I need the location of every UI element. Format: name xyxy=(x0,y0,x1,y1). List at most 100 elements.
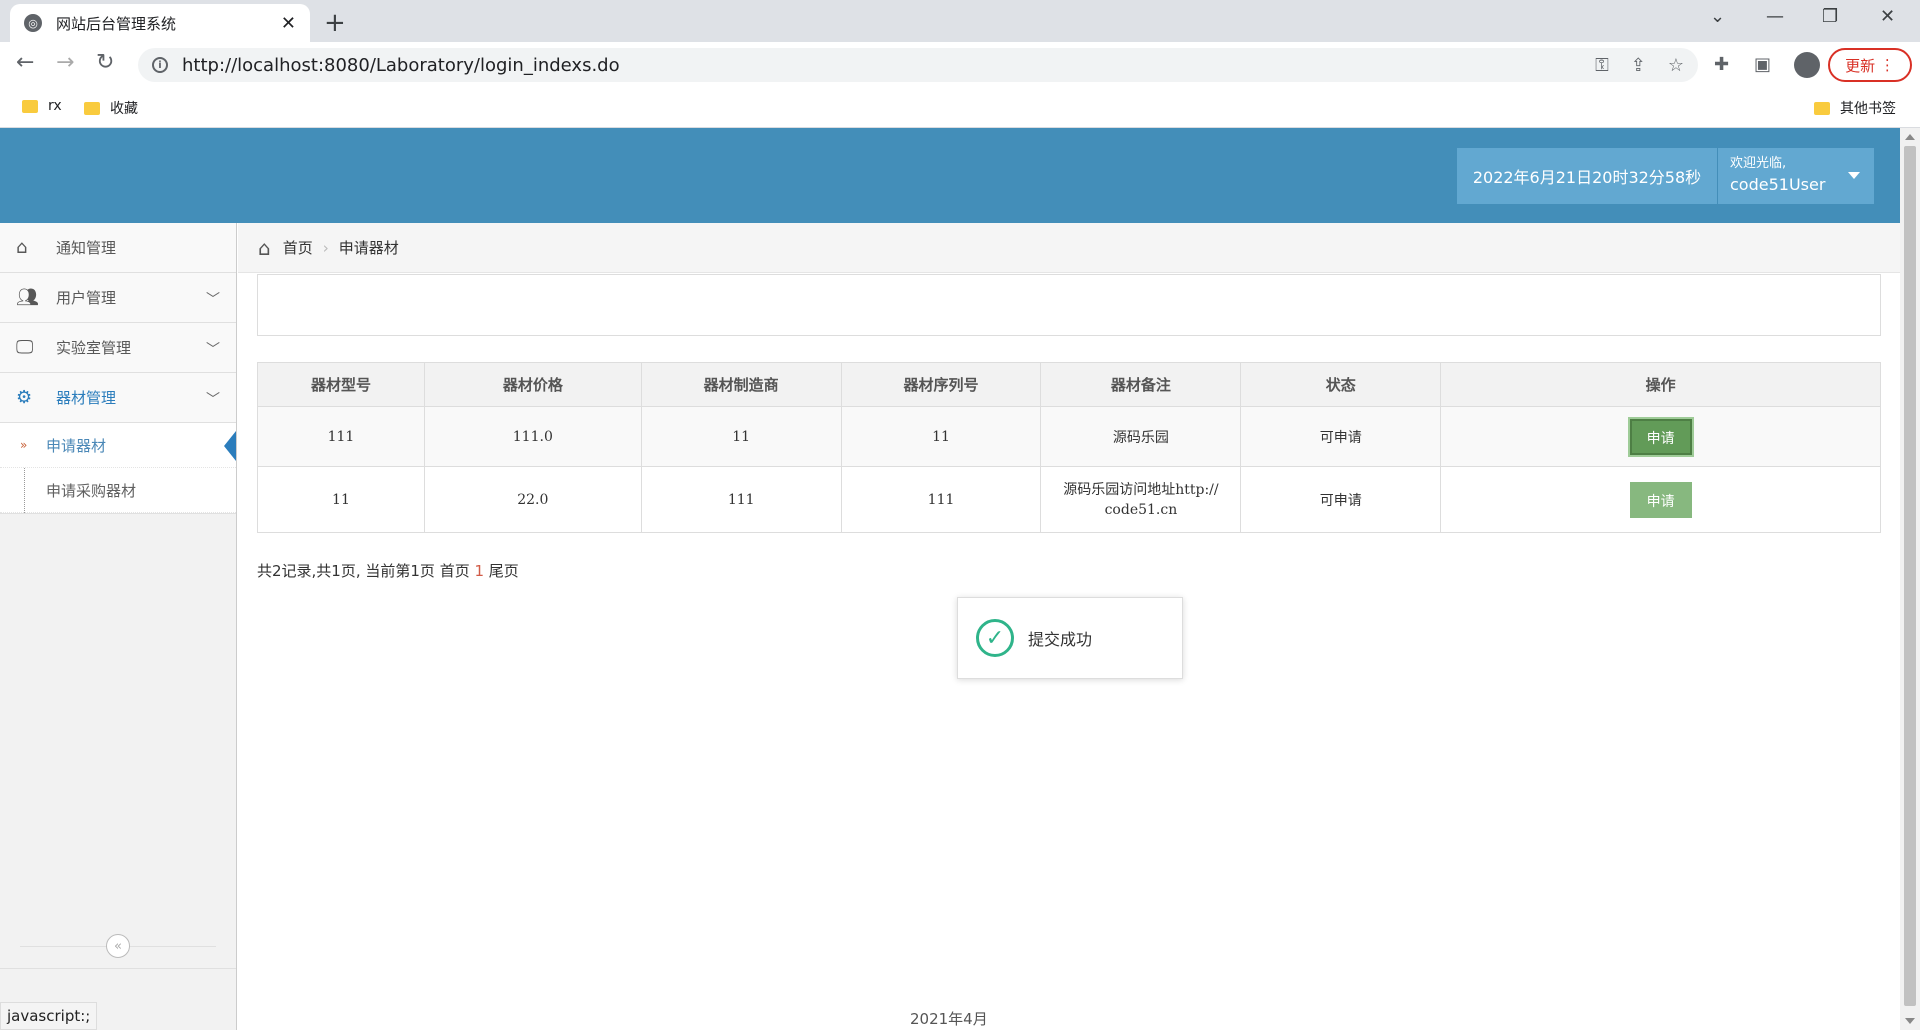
url-text[interactable]: http://localhost:8080/Laboratory/login_i… xyxy=(182,55,1573,76)
bookmark-rx[interactable]: rx xyxy=(22,98,62,114)
extensions-icon[interactable]: ✚ xyxy=(1714,54,1729,75)
breadcrumb: ⌂ 首页 › 申请器材 xyxy=(238,223,1900,273)
table-cell: 可申请 xyxy=(1240,406,1442,467)
table-cell: 源码乐园访问地址http://code51.cn xyxy=(1040,466,1242,533)
sidebar-item-label: 实验室管理 xyxy=(56,339,132,357)
sidebar-item-label: 用户管理 xyxy=(56,289,117,307)
browser-tabbar: ◎ 网站后台管理系统 ✕ + ⌄ — ❐ ✕ xyxy=(0,0,1920,42)
close-icon[interactable]: ✕ xyxy=(281,13,296,34)
restore-icon[interactable]: ❐ xyxy=(1822,6,1838,27)
sidebar-item-label: 器材管理 xyxy=(56,389,117,407)
globe-icon: ◎ xyxy=(24,14,42,32)
page-scrollbar[interactable] xyxy=(1900,128,1920,1030)
column-header: 操作 xyxy=(1440,362,1881,407)
profile-avatar[interactable] xyxy=(1794,52,1820,78)
column-header: 器材序列号 xyxy=(840,362,1042,407)
table-cell: 111 xyxy=(640,466,842,533)
sidebar-item-users[interactable]: 👥︎ 用户管理 ﹀ xyxy=(0,273,236,323)
search-panel xyxy=(257,274,1881,336)
breadcrumb-home[interactable]: 首页 xyxy=(283,237,313,258)
chevron-down-icon: ﹀ xyxy=(206,292,220,308)
pagination: 共2记录,共1页, 当前第1页 首页 1 尾页 xyxy=(257,560,519,581)
success-toast: ✓ 提交成功 xyxy=(957,597,1183,679)
table-cell: 申请 xyxy=(1440,466,1881,533)
share-icon[interactable]: ⇪ xyxy=(1631,55,1646,76)
datetime-display: 2022年6月21日20时32分58秒 xyxy=(1457,148,1717,204)
sidebar-item-equipment[interactable]: ⚙ 器材管理 ﹀ xyxy=(0,373,236,423)
scroll-down-icon[interactable] xyxy=(1905,1018,1915,1024)
table-row: 111 111.0 11 11 源码乐园 可申请 申请 xyxy=(257,406,1881,467)
sidebar-subitem-label: 申请采购器材 xyxy=(46,481,137,500)
pager-current-page[interactable]: 1 xyxy=(474,562,484,580)
column-header: 器材型号 xyxy=(257,362,425,407)
bookmark-other[interactable]: 其他书签 xyxy=(1814,98,1896,118)
table-header-row: 器材型号 器材价格 器材制造商 器材序列号 器材备注 状态 操作 xyxy=(257,362,1881,407)
minimize-icon[interactable]: — xyxy=(1766,6,1784,27)
folder-icon xyxy=(22,99,38,113)
sidebar: ⌂ 通知管理 👥︎ 用户管理 ﹀ 🖵︎ 实验室管理 ﹀ ⚙ 器材管理 ﹀ » 申… xyxy=(0,223,237,1030)
users-icon: 👥︎ xyxy=(16,287,39,308)
remark-text: 源码乐园访问地址http://code51.cn xyxy=(1063,481,1219,518)
username: code51User xyxy=(1730,175,1826,194)
tab-title: 网站后台管理系统 xyxy=(56,14,177,33)
table-cell: 111.0 xyxy=(423,406,642,467)
apply-button[interactable]: 申请 xyxy=(1629,481,1692,518)
sidebar-subitem-apply-equipment[interactable]: » 申请器材 xyxy=(0,423,236,468)
new-tab-icon[interactable]: + xyxy=(324,8,346,38)
table-cell: 11 xyxy=(257,466,425,533)
welcome-text: 欢迎光临, xyxy=(1730,156,1787,171)
update-button[interactable]: 更新 ⋮ xyxy=(1828,48,1912,82)
folder-icon xyxy=(84,101,100,115)
bookmarks-bar: rx 收藏 其他书签 xyxy=(0,88,1920,128)
table-cell: 22.0 xyxy=(423,466,642,533)
collapse-sidebar-icon[interactable]: « xyxy=(106,934,130,958)
tree-line xyxy=(24,468,25,513)
chevron-down-icon: ﹀ xyxy=(206,342,220,358)
sidebar-subitem-label: 申请器材 xyxy=(46,436,107,455)
breadcrumb-current: 申请器材 xyxy=(338,239,399,257)
browser-status-bar: javascript:; xyxy=(0,1002,98,1030)
sidebar-item-labs[interactable]: 🖵︎ 实验室管理 ﹀ xyxy=(0,323,236,373)
pager-summary: 共2记录,共1页, 当前第1页 首页 xyxy=(257,562,475,580)
user-menu[interactable]: 欢迎光临, code51User xyxy=(1718,148,1874,204)
scroll-thumb[interactable] xyxy=(1904,146,1916,1006)
page-footer: 2021年4月 xyxy=(910,1010,988,1028)
star-icon[interactable]: ☆ xyxy=(1668,55,1684,76)
home-icon: ⌂ xyxy=(258,235,271,260)
key-icon[interactable]: ⚿ xyxy=(1595,55,1609,76)
reload-icon[interactable]: ↻ xyxy=(96,50,114,75)
chevron-down-icon[interactable]: ⌄ xyxy=(1710,6,1725,27)
desktop-icon: 🖵︎ xyxy=(16,337,34,358)
column-header: 状态 xyxy=(1240,362,1442,407)
app-header: 2022年6月21日20时32分58秒 欢迎光临, code51User xyxy=(0,128,1900,223)
browser-toolbar: ← → ↻ i http://localhost:8080/Laboratory… xyxy=(0,42,1920,88)
apply-button[interactable]: 申请 xyxy=(1629,418,1692,455)
sidebar-collapse: « xyxy=(0,923,236,969)
sidebar-item-notices[interactable]: ⌂ 通知管理 xyxy=(0,223,236,273)
double-chevron-right-icon: » xyxy=(20,438,28,452)
column-header: 器材备注 xyxy=(1040,362,1242,407)
bookmark-favorites[interactable]: 收藏 xyxy=(84,98,138,118)
table-cell: 可申请 xyxy=(1240,466,1442,533)
column-header: 器材价格 xyxy=(423,362,642,407)
web-page: 2022年6月21日20时32分58秒 欢迎光临, code51User ⌂ 通… xyxy=(0,128,1900,1030)
scroll-up-icon[interactable] xyxy=(1905,134,1915,140)
active-marker xyxy=(224,431,236,461)
address-bar[interactable]: i http://localhost:8080/Laboratory/login… xyxy=(138,48,1698,82)
window-close-icon[interactable]: ✕ xyxy=(1880,6,1895,27)
forward-icon[interactable]: → xyxy=(56,50,74,75)
browser-tab[interactable]: ◎ 网站后台管理系统 ✕ xyxy=(10,4,310,42)
submenu-equipment: » 申请器材 申请采购器材 xyxy=(0,423,236,514)
table-cell: 11 xyxy=(840,406,1042,467)
sidepanel-icon[interactable]: ▣ xyxy=(1754,54,1771,75)
home-icon: ⌂ xyxy=(16,237,28,258)
sidebar-subitem-purchase-equipment[interactable]: 申请采购器材 xyxy=(0,468,236,513)
toast-message: 提交成功 xyxy=(1028,630,1093,649)
folder-icon xyxy=(1814,101,1830,115)
table-cell: 11 xyxy=(640,406,842,467)
back-icon[interactable]: ← xyxy=(16,50,34,75)
breadcrumb-separator: › xyxy=(322,238,329,257)
info-icon[interactable]: i xyxy=(152,57,168,73)
pager-last[interactable]: 尾页 xyxy=(484,562,519,580)
table-cell: 111 xyxy=(840,466,1042,533)
